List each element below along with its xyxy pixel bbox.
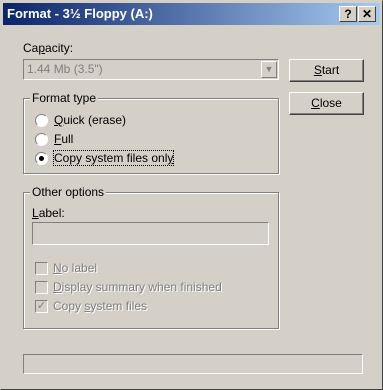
checkbox-display-summary[interactable] — [35, 281, 48, 294]
other-options-title: Other options — [30, 185, 107, 199]
close-window-button[interactable]: ✕ — [358, 6, 376, 22]
close-button[interactable]: Close — [289, 92, 364, 115]
capacity-label: Capacity: — [23, 41, 74, 55]
radio-full[interactable] — [35, 133, 48, 146]
radio-copy-system-files-only[interactable] — [35, 152, 48, 165]
checkbox-copy-system-files-text[interactable]: Copy system files — [53, 299, 147, 313]
checkmark-icon: ✓ — [36, 300, 47, 312]
start-button[interactable]: Start — [289, 59, 364, 82]
format-dialog: Format - 3½ Floppy (A:) ? ✕ Capacity: 1.… — [0, 0, 383, 390]
label-field-label: Label: — [32, 206, 65, 220]
checkbox-no-label[interactable] — [35, 262, 48, 275]
checkbox-copy-system-files[interactable]: ✓ — [35, 300, 48, 313]
title-bar: Format - 3½ Floppy (A:) ? ✕ — [3, 3, 380, 25]
radio-full-label[interactable]: Full — [54, 132, 73, 146]
checkbox-no-label-text[interactable]: No label — [53, 261, 97, 275]
chevron-down-icon[interactable]: ▼ — [261, 61, 277, 78]
capacity-dropdown[interactable]: 1.44 Mb (3.5") ▼ — [23, 59, 279, 80]
capacity-value: 1.44 Mb (3.5") — [27, 62, 103, 76]
label-input[interactable] — [32, 222, 269, 245]
radio-copy-system-files-only-label[interactable]: Copy system files only — [52, 150, 175, 166]
radio-selected-dot — [39, 156, 44, 161]
checkbox-display-summary-text[interactable]: Display summary when finished — [53, 280, 222, 294]
window-title: Format - 3½ Floppy (A:) — [7, 6, 153, 21]
radio-quick-erase-label[interactable]: Quick (erase) — [54, 113, 126, 127]
status-bar — [23, 354, 363, 374]
help-button[interactable]: ? — [339, 6, 357, 22]
format-type-title: Format type — [30, 91, 99, 105]
radio-quick-erase[interactable] — [35, 114, 48, 127]
